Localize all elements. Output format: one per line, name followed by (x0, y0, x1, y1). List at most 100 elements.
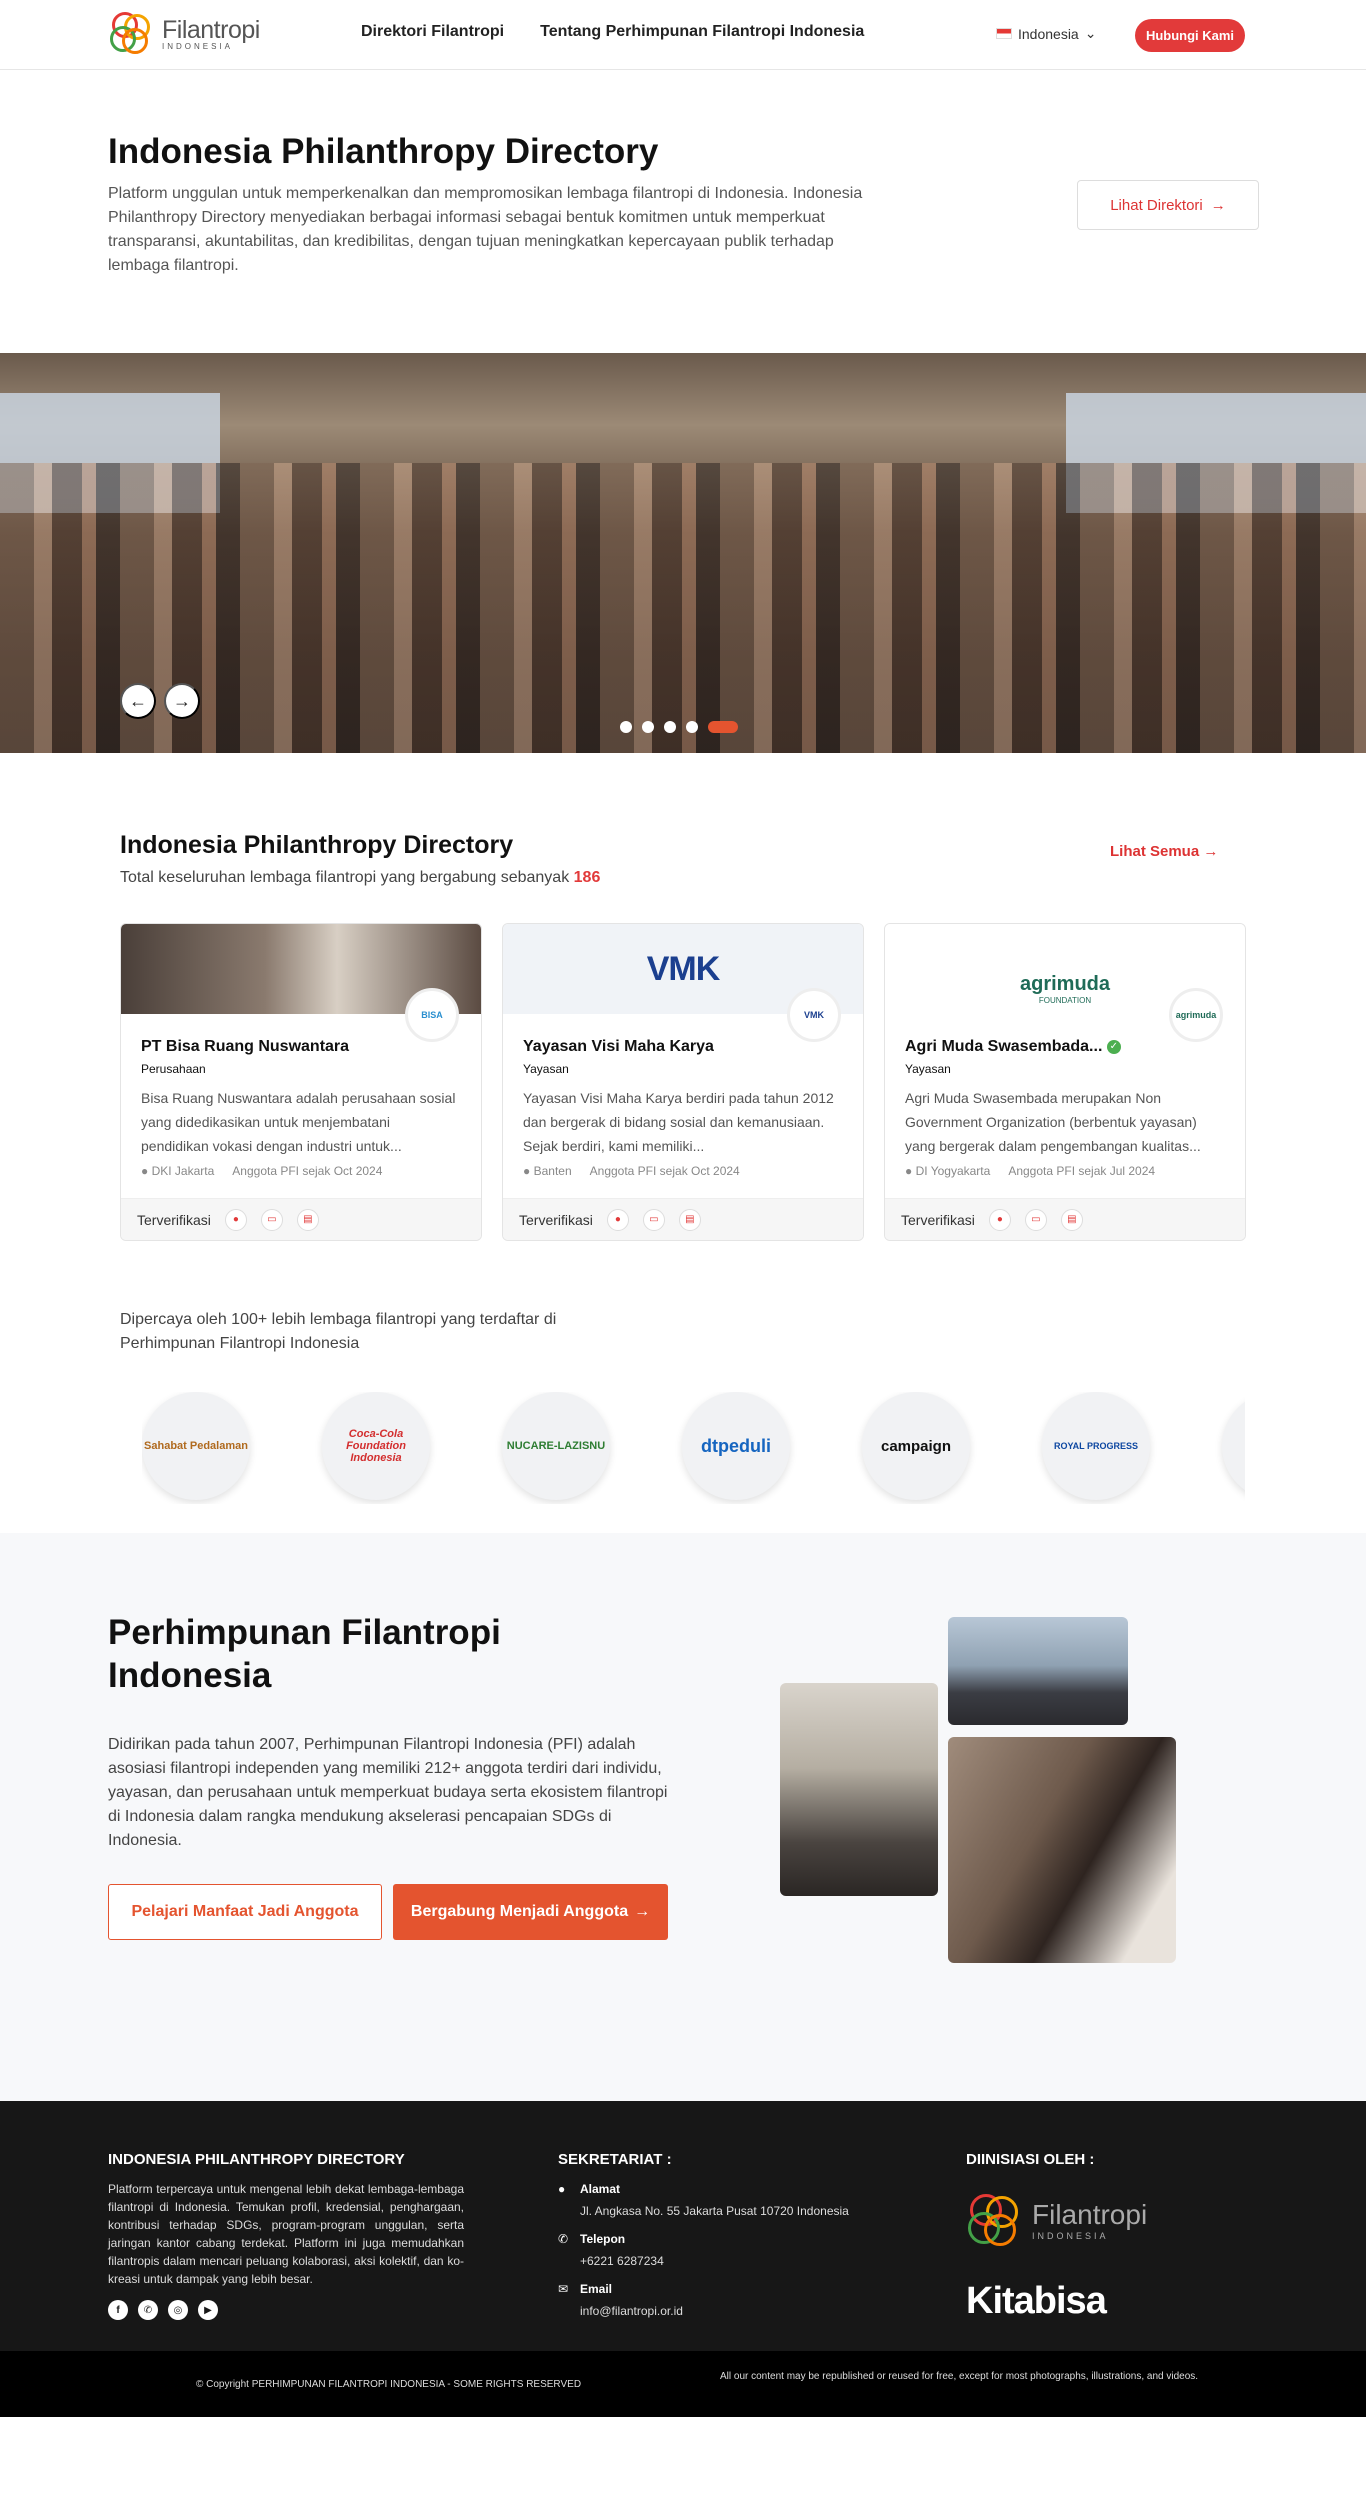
document-verified-icon: ▤ (296, 1208, 319, 1231)
copyright-text: © Copyright PERHIMPUNAN FILANTROPI INDON… (196, 2379, 582, 2390)
partner-logo[interactable]: dtpeduli (682, 1392, 790, 1500)
partner-logo[interactable] (1222, 1392, 1245, 1500)
card-avatar: BISA (405, 988, 459, 1042)
kitabisa-logo[interactable]: Kitabisa (966, 2280, 1147, 2323)
partner-logo[interactable]: ROYAL PROGRESS (1042, 1392, 1150, 1500)
nav-direktori[interactable]: Direktori Filantropi (361, 23, 504, 41)
arrow-right-icon: → (1203, 843, 1219, 860)
carousel-prev-button[interactable]: ← (120, 683, 156, 719)
people-verified-icon: ● (988, 1208, 1011, 1231)
address-label: Alamat (580, 2182, 621, 2196)
hero-description: Platform unggulan untuk memperkenalkan d… (108, 185, 863, 274)
carousel-dot[interactable] (642, 721, 654, 733)
email-label: Email (580, 2282, 613, 2296)
directory-card[interactable]: agrimuda FOUNDATION agrimuda Agri Muda S… (884, 923, 1246, 1241)
view-directory-label: Lihat Direktori (1110, 196, 1203, 214)
card-description: Agri Muda Swasembada merupakan Non Gover… (905, 1090, 1201, 1154)
instagram-icon[interactable]: ◎ (168, 2300, 188, 2320)
directory-total-text: Total keseluruhan lembaga filantropi yan… (120, 869, 570, 886)
view-directory-button[interactable]: Lihat Direktori → (1077, 180, 1259, 230)
card-footer: Terverifikasi ● ▭ ▤ (503, 1198, 863, 1240)
whatsapp-icon[interactable]: ✆ (138, 2300, 158, 2320)
carousel-dot[interactable] (664, 721, 676, 733)
join-member-label: Bergabung Menjadi Anggota (410, 1903, 629, 1920)
partner-logo[interactable]: campaign (862, 1392, 970, 1500)
youtube-icon[interactable]: ▶ (198, 2300, 218, 2320)
card-type: Yayasan (523, 1062, 569, 1076)
carousel-dot[interactable] (620, 721, 632, 733)
card-name: Agri Muda Swasembada... ✓ (905, 1038, 1121, 1056)
copyright-bar: © Copyright PERHIMPUNAN FILANTROPI INDON… (0, 2351, 1366, 2417)
id-card-verified-icon: ▭ (1024, 1208, 1047, 1231)
card-banner-logo: agrimuda (1019, 973, 1111, 995)
location-pin-icon: ● (558, 2182, 566, 2196)
card-type: Perusahaan (141, 1062, 206, 1076)
arrow-right-icon: → (1210, 196, 1226, 214)
directory-card[interactable]: BISA PT Bisa Ruang Nuswantara Perusahaan… (120, 923, 482, 1241)
carousel-dot-active[interactable] (708, 721, 738, 733)
card-location-text: DKI Jakarta (151, 1164, 215, 1178)
card-location-text: DI Yogyakarta (915, 1164, 991, 1178)
card-meta: ● DI Yogyakarta Anggota PFI sejak Jul 20… (905, 1164, 1155, 1178)
card-type: Yayasan (905, 1062, 951, 1076)
learn-benefits-button[interactable]: Pelajari Manfaat Jadi Anggota (108, 1884, 382, 1940)
card-avatar: VMK (787, 988, 841, 1042)
address-value: Jl. Angkasa No. 55 Jakarta Pusat 10720 I… (580, 2204, 849, 2218)
chevron-down-icon: ⌄ (1084, 25, 1097, 41)
id-card-verified-icon: ▭ (260, 1208, 283, 1231)
people-verified-icon: ● (224, 1208, 247, 1231)
footer-phone: ✆ Telepon +6221 6287234 (558, 2232, 898, 2268)
site-footer: INDONESIA PHILANTHROPY DIRECTORY Platfor… (0, 2101, 1366, 2417)
footer-email: ✉ Email info@filantropi.or.id (558, 2282, 898, 2318)
email-value[interactable]: info@filantropi.or.id (580, 2304, 898, 2318)
card-location: ● DKI Jakarta (141, 1164, 214, 1178)
id-card-verified-icon: ▭ (642, 1208, 665, 1231)
about-photo-person (948, 1737, 1176, 1963)
card-location: ● DI Yogyakarta (905, 1164, 990, 1178)
see-all-link[interactable]: Lihat Semua → (1110, 843, 1218, 860)
card-meta: ● Banten Anggota PFI sejak Oct 2024 (523, 1164, 740, 1178)
partner1-sub: INDONESIA (1032, 2231, 1109, 2241)
directory-card[interactable]: VMK VMK Yayasan Visi Maha Karya Yayasan … (502, 923, 864, 1241)
phone-label: Telepon (580, 2232, 626, 2246)
carousel-dot[interactable] (686, 721, 698, 733)
card-banner-logo-sub: FOUNDATION (1038, 996, 1092, 1005)
site-header: Filantropi INDONESIA Direktori Filantrop… (0, 0, 1366, 70)
card-name: PT Bisa Ruang Nuswantara (141, 1038, 350, 1055)
trusted-text: Dipercaya oleh 100+ lebih lembaga filant… (120, 1311, 557, 1352)
footer-about-text: Platform terpercaya untuk mengenal lebih… (108, 2182, 464, 2286)
footer-secretariat: SEKRETARIAT : ● Alamat Jl. Angkasa No. 55… (558, 2151, 898, 2318)
nav-tentang[interactable]: Tentang Perhimpunan Filantropi Indonesia (540, 23, 864, 41)
card-meta: ● DKI Jakarta Anggota PFI sejak Oct 2024 (141, 1164, 382, 1178)
arrow-right-icon: → (634, 1903, 651, 1920)
facebook-icon[interactable]: f (108, 2300, 128, 2320)
footer-about-title: INDONESIA PHILANTHROPY DIRECTORY (108, 2151, 405, 2168)
partner-logos: Sahabat Pedalaman Coca-Cola Foundation I… (142, 1392, 1245, 1504)
card-member-since: Anggota PFI sejak Oct 2024 (589, 1164, 740, 1178)
carousel-photo-group (0, 463, 1366, 753)
hero-title: Indonesia Philanthropy Directory (108, 132, 659, 171)
card-description: Yayasan Visi Maha Karya berdiri pada tah… (523, 1090, 834, 1154)
footer-about: INDONESIA PHILANTHROPY DIRECTORY Platfor… (108, 2151, 464, 2320)
location-pin-icon: ● (523, 1164, 531, 1178)
site-logo[interactable]: Filantropi INDONESIA (108, 10, 260, 58)
partner-logo[interactable]: NUCARE-LAZISNU (502, 1392, 610, 1500)
hero-carousel: ← → (0, 353, 1366, 753)
language-selector[interactable]: Indonesia ⌄ (996, 25, 1096, 42)
partner-logo[interactable]: Coca-Cola Foundation Indonesia (322, 1392, 430, 1500)
carousel-next-button[interactable]: → (164, 683, 200, 719)
trusted-section: Dipercaya oleh 100+ lebih lembaga filant… (0, 1308, 1366, 1533)
logo-rings-icon (108, 10, 156, 58)
contact-button[interactable]: Hubungi Kami (1135, 19, 1245, 52)
phone-value[interactable]: +6221 6287234 (580, 2254, 898, 2268)
people-verified-icon: ● (606, 1208, 629, 1231)
footer-initiators-title: DIINISIASI OLEH : (966, 2151, 1095, 2168)
join-member-button[interactable]: Bergabung Menjadi Anggota → (393, 1884, 668, 1940)
partner-logo[interactable]: Sahabat Pedalaman (142, 1392, 250, 1500)
filantropi-logo[interactable]: Filantropi INDONESIA (966, 2190, 1147, 2250)
language-label: Indonesia (1018, 25, 1079, 42)
main-nav: Direktori Filantropi Tentang Perhimpunan… (361, 23, 864, 41)
social-links: f ✆ ◎ ▶ (108, 2300, 464, 2320)
card-name: Yayasan Visi Maha Karya (523, 1038, 714, 1055)
phone-icon: ✆ (558, 2232, 569, 2246)
